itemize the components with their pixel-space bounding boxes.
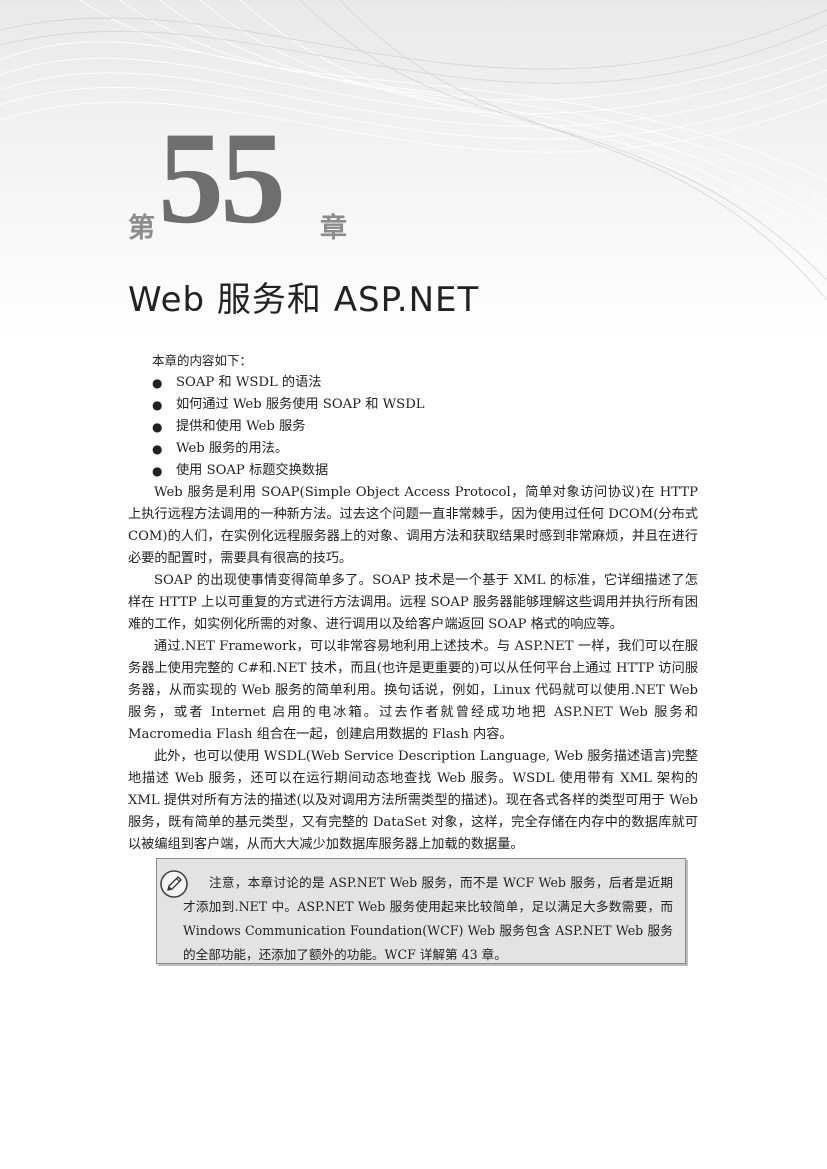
chapter-heading: 第 55 章	[128, 112, 428, 248]
list-item-text: 使用 SOAP 标题交换数据	[176, 463, 329, 478]
note-box: 注意，本章讨论的是 ASP.NET Web 服务，而不是 WCF Web 服务，…	[156, 858, 686, 964]
intro-text: 本章的内容如下：	[152, 353, 253, 368]
list-item: ● SOAP 和 WSDL 的语法	[128, 372, 698, 394]
main-content: 本章的内容如下： ● SOAP 和 WSDL 的语法 ● 如何通过 Web 服务使用…	[128, 350, 698, 856]
list-item: ● 提供和使用 Web 服务	[128, 416, 698, 438]
chapter-suffix: 章	[320, 213, 347, 244]
chapter-number: 55	[158, 104, 286, 251]
list-item: ● 如何通过 Web 服务使用 SOAP 和 WSDL	[128, 394, 698, 416]
list-item-text: Web 服务的用法。	[176, 441, 289, 456]
bullet-icon: ●	[152, 376, 163, 390]
chapter-title: Web 服务和 ASP.NET	[128, 280, 480, 320]
paragraph: 此外，也可以使用 WSDL(Web Service Description La…	[128, 749, 698, 852]
list-item: ● 使用 SOAP 标题交换数据	[128, 460, 698, 482]
list-item-text: SOAP 和 WSDL 的语法	[176, 375, 322, 390]
paragraph: Web 服务是利用 SOAP(Simple Object Access Prot…	[128, 485, 698, 566]
bullet-icon: ●	[152, 464, 163, 478]
paragraph: 通过.NET Framework，可以非常容易地利用上述技术。与 ASP.NET…	[128, 639, 698, 742]
list-item: ● Web 服务的用法。	[128, 438, 698, 460]
list-item-text: 提供和使用 Web 服务	[176, 419, 306, 434]
note-text: 注意，本章讨论的是 ASP.NET Web 服务，而不是 WCF Web 服务，…	[183, 875, 673, 962]
bullet-icon: ●	[152, 442, 163, 456]
list-item-text: 如何通过 Web 服务使用 SOAP 和 WSDL	[176, 397, 425, 412]
paragraph: SOAP 的出现使事情变得简单多了。SOAP 技术是一个基于 XML 的标准，它…	[128, 573, 698, 632]
bullet-icon: ●	[152, 420, 163, 434]
chapter-prefix: 第	[128, 213, 155, 244]
bullet-icon: ●	[152, 398, 163, 412]
bullet-list: ● SOAP 和 WSDL 的语法 ● 如何通过 Web 服务使用 SOAP 和 W…	[128, 372, 698, 482]
